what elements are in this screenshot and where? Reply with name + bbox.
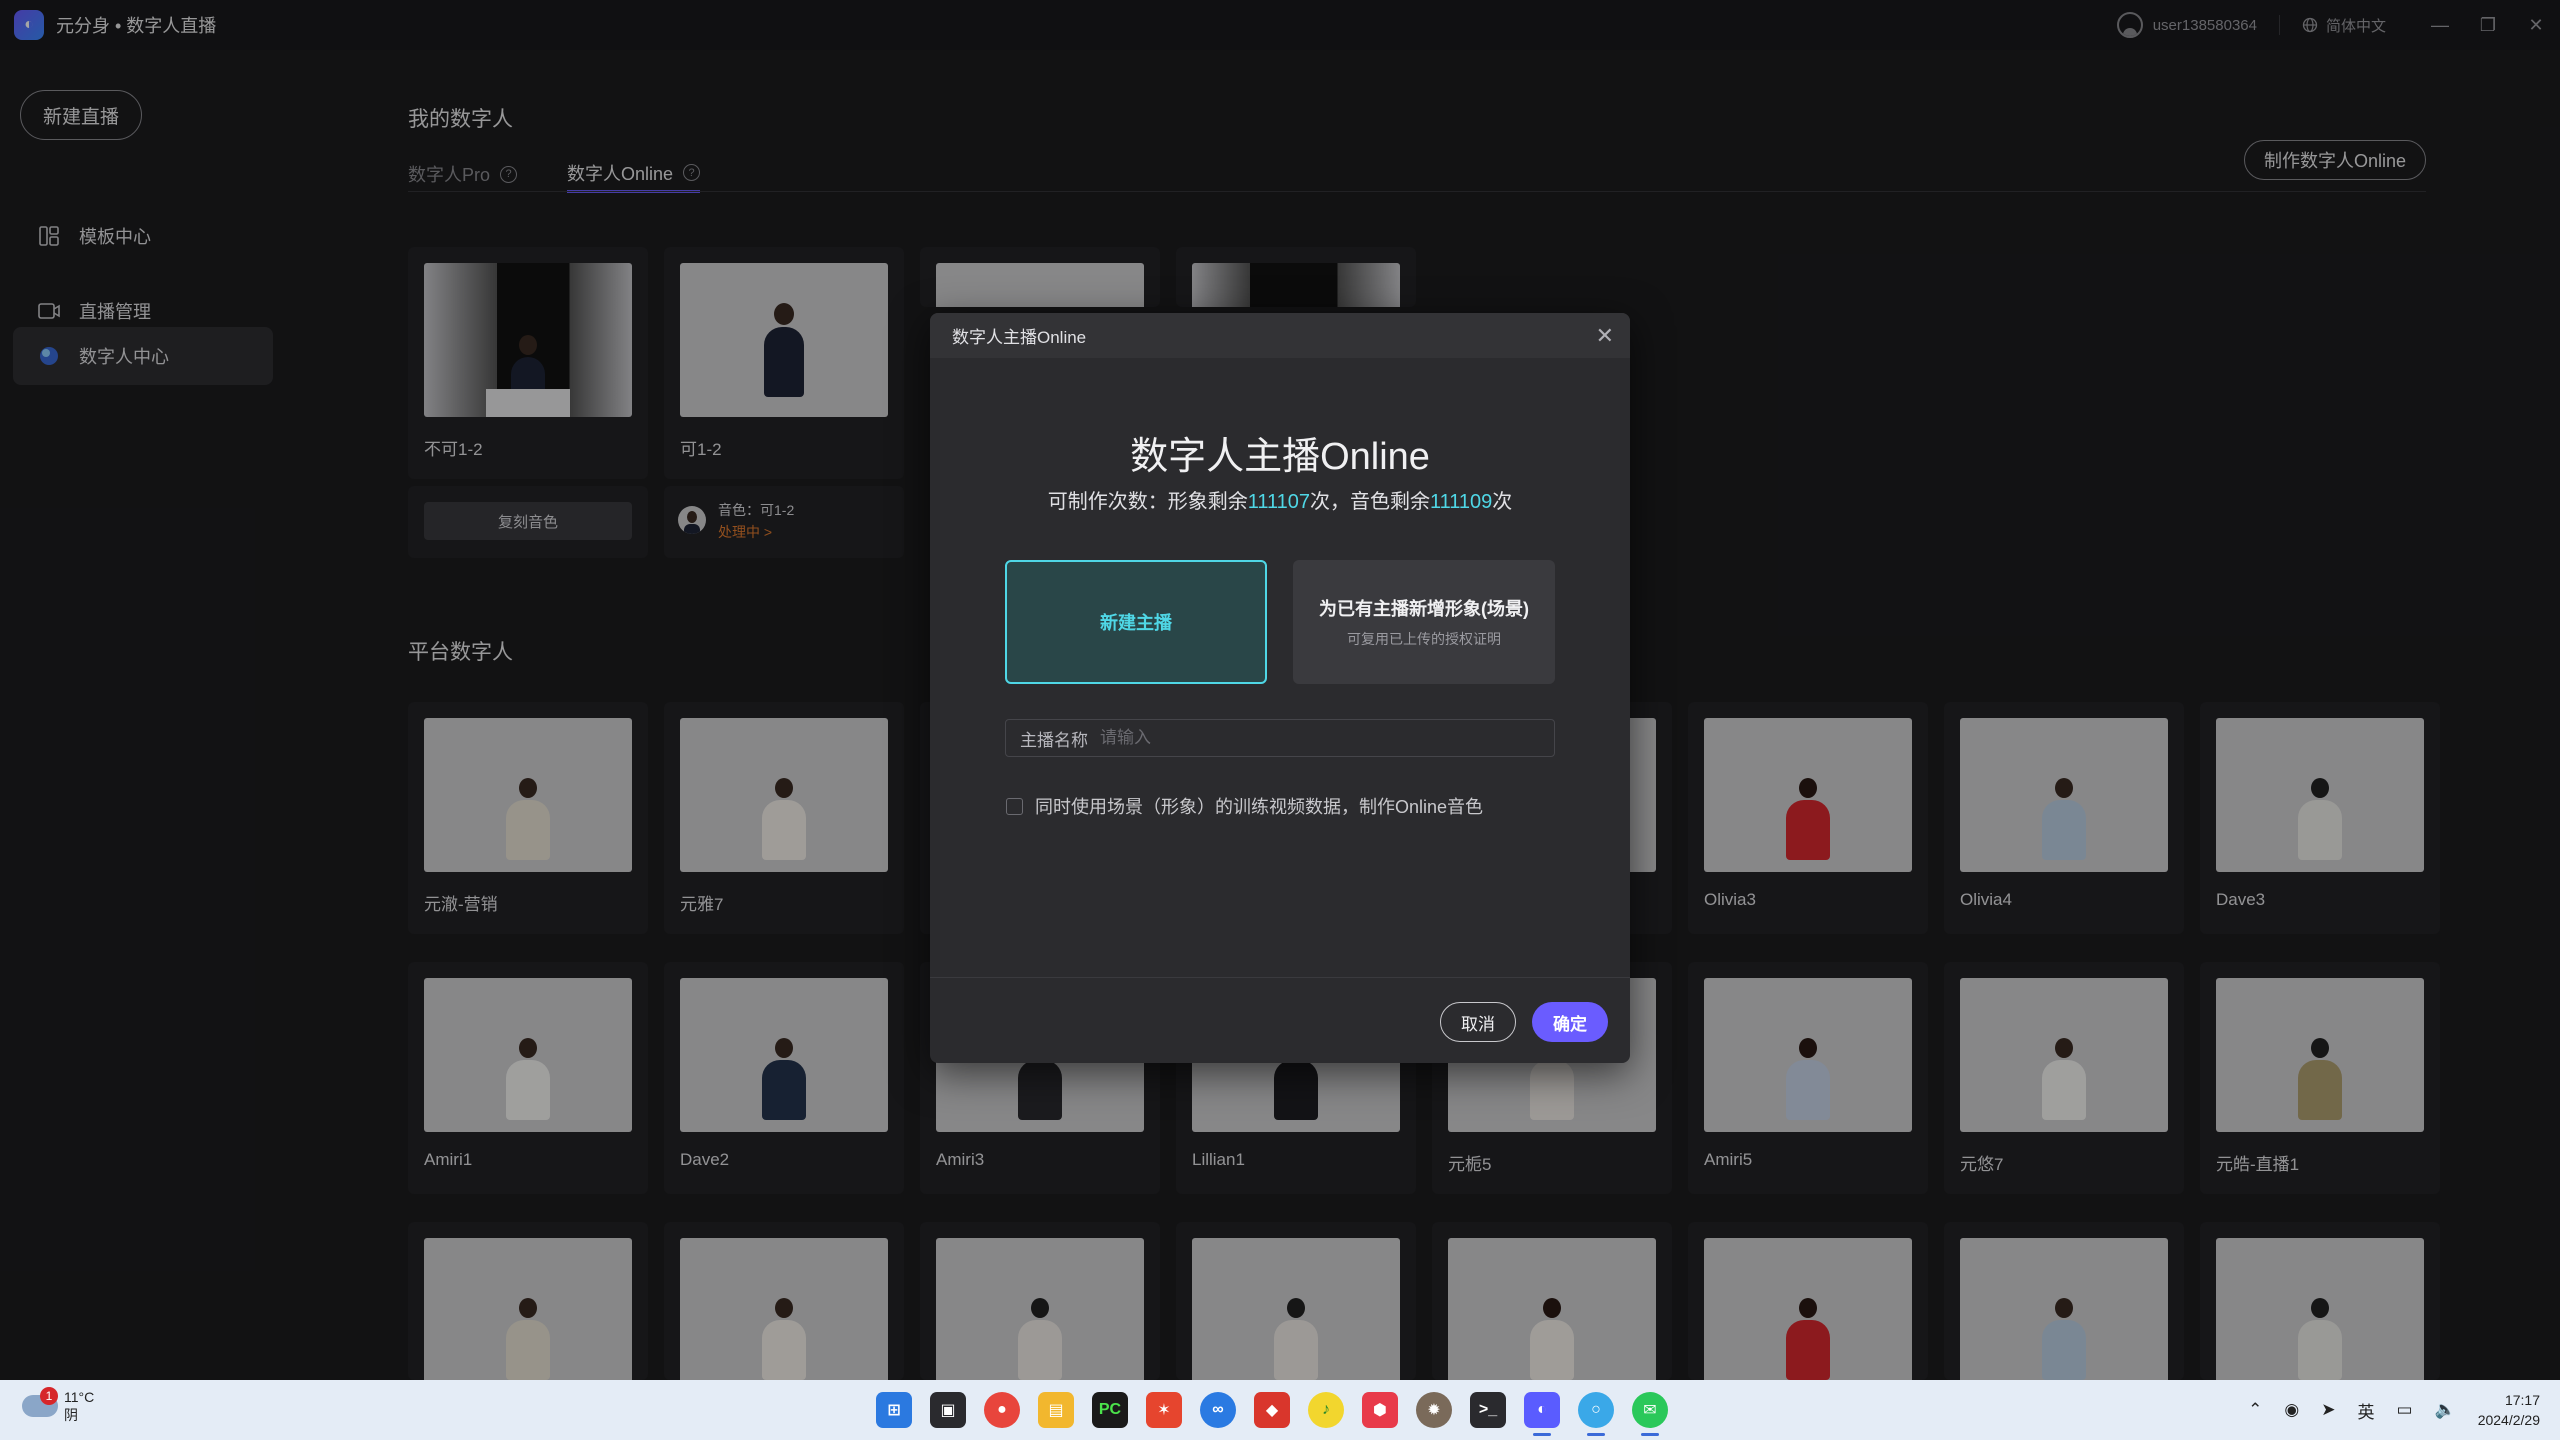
file-explorer-icon[interactable]: ▤ <box>1038 1392 1074 1428</box>
network-icon[interactable]: ▭ <box>2396 1400 2412 1420</box>
checkbox[interactable] <box>1006 797 1023 815</box>
app-red-icon[interactable]: ◆ <box>1254 1392 1290 1428</box>
use-training-video-option[interactable]: 同时使用场景（形象）的训练视频数据，制作Online音色 <box>1006 793 1483 819</box>
weather-condition: 阴 <box>64 1407 78 1423</box>
windows-taskbar: 1 11°C 阴 ⊞ ▣ ● ▤ PC ✶ ∞ ◆ ♪ ⬢ ✹ >_ ◐ ○ ✉ … <box>0 1380 2560 1440</box>
anchor-name-input[interactable] <box>1100 728 1500 748</box>
date: 2024/2/29 <box>2477 1412 2540 1428</box>
xmind-icon[interactable]: ✶ <box>1146 1392 1182 1428</box>
time: 17:17 <box>2504 1392 2540 1408</box>
dialog-header: 数字人主播Online ✕ <box>930 313 1630 358</box>
checkbox-label: 同时使用场景（形象）的训练视频数据，制作Online音色 <box>1035 797 1484 817</box>
option-label: 新建主播 <box>1100 613 1172 633</box>
search-app-icon[interactable]: ○ <box>1578 1392 1614 1436</box>
cloud-icon: 1 <box>22 1387 58 1417</box>
image-remaining: 111107 <box>1247 491 1310 513</box>
task-view-icon[interactable]: ▣ <box>930 1392 966 1428</box>
dialog-header-title: 数字人主播Online <box>952 328 1087 347</box>
quota-suffix: 次 <box>1492 491 1513 513</box>
add-scene-option[interactable]: 为已有主播新增形象(场景) 可复用已上传的授权证明 <box>1293 560 1555 684</box>
option-sublabel: 可复用已上传的授权证明 <box>1347 631 1501 647</box>
send-icon[interactable]: ➤ <box>2321 1400 2335 1420</box>
input-method-indicator[interactable]: 英 <box>2357 1398 2374 1423</box>
terminal-icon[interactable]: >_ <box>1470 1392 1506 1428</box>
qq-icon[interactable]: ◉ <box>2284 1400 2299 1420</box>
game-icon[interactable]: ✹ <box>1416 1392 1452 1428</box>
quota-prefix: 可制作次数：形象剩余 <box>1047 491 1248 513</box>
option-label: 为已有主播新增形象(场景) <box>1319 599 1529 619</box>
taskbar-apps: ⊞ ▣ ● ▤ PC ✶ ∞ ◆ ♪ ⬢ ✹ >_ ◐ ○ ✉ <box>876 1392 1668 1436</box>
chevron-up-icon[interactable]: ⌃ <box>2248 1400 2262 1420</box>
notification-badge: 1 <box>40 1387 58 1405</box>
wechat-icon[interactable]: ✉ <box>1632 1392 1668 1436</box>
meeting-icon[interactable]: ∞ <box>1200 1392 1236 1428</box>
quota-mid: 次，音色剩余 <box>1310 491 1430 513</box>
clock[interactable]: 17:17 2024/2/29 <box>2478 1390 2540 1430</box>
volume-icon[interactable]: 🔈 <box>2435 1400 2456 1420</box>
start-icon[interactable]: ⊞ <box>876 1392 912 1428</box>
pycharm-icon[interactable]: PC <box>1092 1392 1128 1428</box>
anchor-name-field: 主播名称 <box>1005 719 1555 757</box>
yuanfenshen-app-icon[interactable]: ◐ <box>1524 1392 1560 1436</box>
shield-app-icon[interactable]: ⬢ <box>1362 1392 1398 1428</box>
chrome-icon[interactable]: ● <box>984 1392 1020 1428</box>
confirm-button[interactable]: 确定 <box>1532 1002 1608 1042</box>
dialog-title: 数字人主播Online <box>1130 436 1430 478</box>
voice-remaining: 111109 <box>1430 491 1493 513</box>
create-online-anchor-dialog: 数字人主播Online ✕ 数字人主播Online 可制作次数：形象剩余1111… <box>930 313 1630 1063</box>
new-anchor-option[interactable]: 新建主播 <box>1005 560 1267 684</box>
close-icon[interactable]: ✕ <box>1596 323 1614 349</box>
anchor-name-label: 主播名称 <box>1020 730 1088 750</box>
system-tray: ⌃ ◉ ➤ 英 ▭ 🔈 17:17 2024/2/29 <box>2248 1380 2540 1440</box>
quota-text: 可制作次数：形象剩余111107次，音色剩余111109次 <box>930 485 1630 514</box>
temperature: 11°C <box>64 1389 95 1405</box>
cancel-button[interactable]: 取消 <box>1440 1002 1516 1042</box>
music-icon[interactable]: ♪ <box>1308 1392 1344 1428</box>
weather-widget[interactable]: 1 11°C 阴 <box>22 1387 95 1424</box>
dialog-footer-divider <box>930 977 1630 978</box>
